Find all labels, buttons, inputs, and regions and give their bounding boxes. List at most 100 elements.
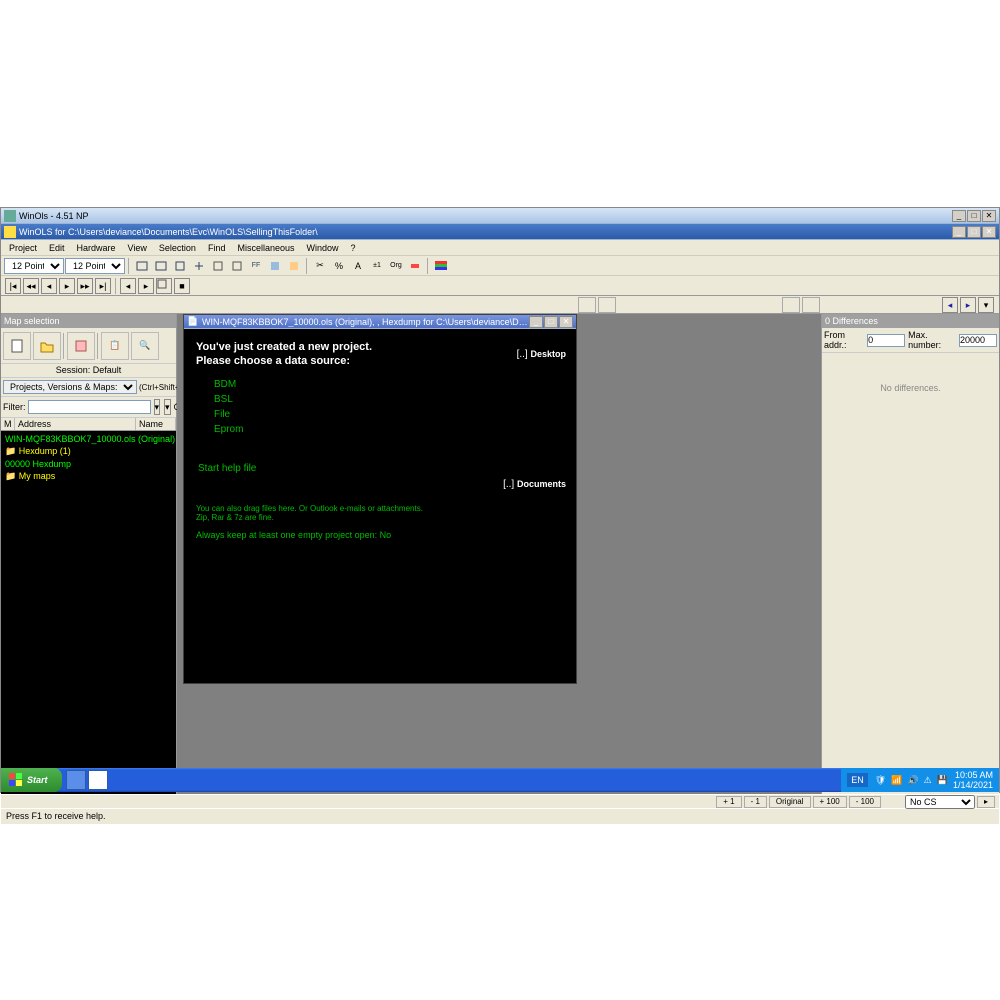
menu-edit[interactable]: Edit (43, 241, 71, 255)
new-icon[interactable] (3, 332, 31, 360)
menu-project[interactable]: Project (3, 241, 43, 255)
option-file[interactable]: File (214, 409, 564, 420)
tb-btn[interactable] (133, 257, 151, 275)
nav-prev2-icon[interactable]: ◂◂ (23, 278, 39, 294)
tree-item[interactable]: 📁 Hexdump (1) (3, 445, 174, 458)
tb-btn[interactable]: ±1 (368, 257, 386, 275)
tree-item[interactable]: WIN-MQF83KBBOK7_10000.ols (Original) (3, 433, 174, 445)
nav-next2-icon[interactable]: ▸▸ (77, 278, 93, 294)
minimize-button[interactable]: _ (952, 210, 966, 222)
nav-last-icon[interactable]: ▸| (95, 278, 111, 294)
option-bdm[interactable]: BDM (214, 379, 564, 390)
inner-titlebar: WinOLS for C:\Users\deviance\Documents\E… (1, 224, 999, 240)
documents-folder[interactable]: [..] Documents (503, 479, 566, 490)
plus100-button[interactable]: + 100 (813, 796, 847, 808)
clock[interactable]: 10:05 AM1/14/2021 (953, 770, 993, 790)
original-button[interactable]: Original (769, 796, 811, 808)
language-indicator[interactable]: EN (847, 773, 868, 787)
nav-btn[interactable]: ◂ (120, 278, 136, 294)
nav-next-icon[interactable]: ▸ (59, 278, 75, 294)
tool-icon[interactable]: 🔍 (131, 332, 159, 360)
max-input[interactable] (959, 334, 997, 347)
font-size-combo-1[interactable]: 12 Point (4, 258, 64, 274)
ruler-btn[interactable] (782, 297, 800, 313)
keep-open[interactable]: Always keep at least one empty project o… (196, 530, 564, 540)
tree-item[interactable]: 📁 My maps (3, 470, 174, 483)
minimize-button[interactable]: _ (952, 226, 966, 238)
tree-item[interactable]: 00000 Hexdump (3, 458, 174, 470)
quicklaunch-icon[interactable] (66, 770, 86, 790)
option-eprom[interactable]: Eprom (214, 424, 564, 435)
tb-btn[interactable] (285, 257, 303, 275)
tb-btn[interactable]: FF (247, 257, 265, 275)
tb-btn[interactable] (171, 257, 189, 275)
doc-titlebar[interactable]: 📄 WIN-MQF83KBBOK7_10000.ols (Original), … (184, 315, 576, 329)
ruler-btn[interactable] (578, 297, 596, 313)
tray-icon[interactable]: ⚠ (924, 775, 932, 786)
nav-btn[interactable]: ▸ (138, 278, 154, 294)
menu-view[interactable]: View (122, 241, 153, 255)
col-name[interactable]: Name (136, 418, 176, 430)
percent-icon[interactable]: % (330, 257, 348, 275)
quicklaunch-icon[interactable] (88, 770, 108, 790)
tb-btn[interactable] (228, 257, 246, 275)
menu-hardware[interactable]: Hardware (71, 241, 122, 255)
start-button[interactable]: Start (1, 768, 62, 792)
cut-icon[interactable]: ✂ (311, 257, 329, 275)
desktop-folder[interactable]: [..] Desktop (517, 349, 566, 360)
minimize-button[interactable]: _ (529, 316, 543, 328)
nav-first-icon[interactable]: |◂ (5, 278, 21, 294)
tb-btn[interactable] (432, 257, 450, 275)
open-icon[interactable] (33, 332, 61, 360)
tb-btn[interactable] (152, 257, 170, 275)
tb-btn[interactable] (190, 257, 208, 275)
tray-icon[interactable]: 📶 (891, 775, 902, 786)
filter-btn[interactable]: ▾ (164, 399, 171, 415)
minus1-button[interactable]: - 1 (744, 796, 767, 808)
projects-combo[interactable]: Projects, Versions & Maps: (3, 380, 137, 394)
menu-selection[interactable]: Selection (153, 241, 202, 255)
tray-icon[interactable]: 💾 (937, 775, 948, 786)
menu-help[interactable]: ? (345, 241, 362, 255)
from-input[interactable] (867, 334, 905, 347)
project-tree[interactable]: WIN-MQF83KBBOK7_10000.ols (Original) 📁 H… (1, 431, 176, 794)
taskbar: Start EN 🛡 📶 🔊 ⚠ 💾 10:05 AM1/14/2021 (1, 768, 999, 792)
col-address[interactable]: Address (15, 418, 136, 430)
tray-icon[interactable]: 🛡 (875, 775, 886, 786)
option-bsl[interactable]: BSL (214, 394, 564, 405)
menu-misc[interactable]: Miscellaneous (231, 241, 300, 255)
nav-btn[interactable]: ■ (174, 278, 190, 294)
filter-input[interactable] (28, 400, 151, 414)
close-button[interactable]: ✕ (559, 316, 573, 328)
maximize-button[interactable]: □ (967, 210, 981, 222)
nav-left-icon[interactable]: ◂ (942, 297, 958, 313)
tb-btn[interactable] (266, 257, 284, 275)
help-link[interactable]: Start help file (198, 463, 564, 474)
close-button[interactable]: ✕ (982, 210, 996, 222)
ruler-btn[interactable] (598, 297, 616, 313)
cs-btn[interactable]: ▸ (977, 796, 995, 808)
tb-btn[interactable] (209, 257, 227, 275)
tb-btn[interactable]: A (349, 257, 367, 275)
tray-icon[interactable]: 🔊 (907, 775, 918, 786)
close-button[interactable]: ✕ (982, 226, 996, 238)
minus100-button[interactable]: - 100 (849, 796, 881, 808)
nav-btn[interactable] (156, 278, 172, 294)
menu-find[interactable]: Find (202, 241, 232, 255)
tb-btn[interactable] (406, 257, 424, 275)
tool-icon[interactable]: 📋 (101, 332, 129, 360)
cs-combo[interactable]: No CS (905, 795, 975, 809)
font-size-combo-2[interactable]: 12 Point (65, 258, 125, 274)
tool-icon[interactable] (67, 332, 95, 360)
dropdown-icon[interactable]: ▾ (978, 297, 994, 313)
nav-prev-icon[interactable]: ◂ (41, 278, 57, 294)
nav-right-icon[interactable]: ▸ (960, 297, 976, 313)
menu-window[interactable]: Window (300, 241, 344, 255)
maximize-button[interactable]: □ (544, 316, 558, 328)
tb-btn[interactable]: Org (387, 257, 405, 275)
filter-btn[interactable]: ▾ (154, 399, 161, 415)
col-m[interactable]: M (1, 418, 15, 430)
plus1-button[interactable]: + 1 (716, 796, 741, 808)
maximize-button[interactable]: □ (967, 226, 981, 238)
ruler-btn[interactable] (802, 297, 820, 313)
